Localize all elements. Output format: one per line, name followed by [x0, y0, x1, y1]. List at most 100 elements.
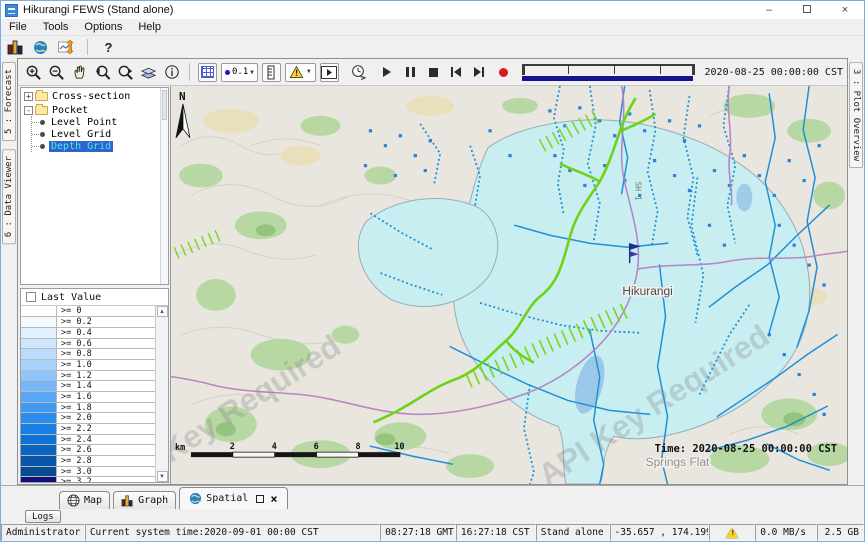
- tab-maximize-icon[interactable]: [256, 495, 264, 503]
- status-user: Administrator: [1, 524, 85, 541]
- svg-text:4: 4: [272, 441, 277, 451]
- close-button[interactable]: ×: [826, 1, 864, 19]
- legend-swatch: [21, 435, 57, 445]
- timeseries-dialog-icon[interactable]: [58, 39, 75, 56]
- legend-row: >= 1.6: [21, 392, 155, 403]
- legend-row: >= 0.8: [21, 349, 155, 360]
- tree-leaf-level-point[interactable]: Level Point: [32, 116, 168, 128]
- zoom-previous-icon[interactable]: [93, 63, 112, 82]
- classbreak-dropdown[interactable]: 0.1 ▼: [221, 63, 258, 82]
- map-viewport[interactable]: API Key Required API Key Required SH 1: [170, 86, 847, 484]
- left-tab-strip: 5 : Forecast 6 : Data Viewer: [1, 58, 17, 485]
- tab-graph-label: Graph: [138, 495, 168, 506]
- bullet-icon: [40, 144, 45, 149]
- animation-player-icon[interactable]: [320, 63, 339, 82]
- zoom-in-icon[interactable]: [24, 63, 43, 82]
- help-icon[interactable]: ?: [100, 39, 117, 56]
- legend-swatch: [21, 339, 57, 349]
- legend-swatch: [21, 467, 57, 477]
- legend-row: >= 1.4: [21, 381, 155, 392]
- main-toolbar: ?: [1, 36, 864, 58]
- last-value-checkbox[interactable]: [26, 292, 36, 302]
- status-system-time: Current system time:2020-09-01 00:00 CST: [85, 524, 380, 541]
- title-bar: Hikurangi FEWS (Stand alone) – ×: [1, 1, 864, 19]
- warning-icon: [726, 528, 738, 538]
- collapse-icon[interactable]: -: [24, 106, 33, 115]
- tree-node-cross-section[interactable]: + Cross-section: [21, 90, 168, 102]
- class-dot-icon: [225, 70, 230, 75]
- legend-panel: Last Value >= 0 >= 0.2 >= 0.4 >= 0.6 >= …: [20, 288, 169, 483]
- scroll-up-icon[interactable]: ▲: [157, 306, 168, 317]
- tab-spatial-active[interactable]: Spatial ×: [179, 487, 287, 509]
- tree-node-pocket[interactable]: - Pocket: [21, 104, 168, 116]
- current-map-time: 2020-08-25 00:00:00 CST: [705, 67, 843, 78]
- time-slider-range[interactable]: [522, 76, 693, 81]
- legend-row: >= 2.2: [21, 424, 155, 435]
- step-end-button[interactable]: [470, 63, 489, 82]
- step-start-button[interactable]: [447, 63, 466, 82]
- stop-button[interactable]: [424, 63, 443, 82]
- tab-data-viewer[interactable]: 6 : Data Viewer: [2, 149, 16, 244]
- status-warning-cell[interactable]: [709, 524, 755, 541]
- logs-button[interactable]: Logs: [25, 510, 61, 523]
- status-local-time: 16:27:18 CST: [456, 524, 536, 541]
- tree-leaf-depth-grid[interactable]: Depth Grid: [32, 140, 168, 152]
- svg-text:8: 8: [355, 441, 360, 451]
- legend-swatch: [21, 328, 57, 338]
- time-navigator-icon[interactable]: [349, 63, 368, 82]
- warning-dropdown[interactable]: ▼: [285, 63, 316, 82]
- legend-row: >= 3.2: [21, 477, 155, 482]
- time-slider[interactable]: [522, 64, 695, 81]
- pause-button[interactable]: [401, 63, 420, 82]
- tab-plot-overview[interactable]: 3 : Plot Overview: [849, 62, 863, 168]
- legend-swatch: [21, 306, 57, 316]
- legend-scrollbar[interactable]: ▲ ▼: [155, 306, 168, 482]
- menu-help[interactable]: Help: [138, 21, 161, 33]
- status-bar: Administrator Current system time:2020-0…: [1, 524, 864, 541]
- tab-graph[interactable]: Graph: [113, 491, 176, 509]
- status-gmt-time: 08:27:18 GMT: [380, 524, 456, 541]
- pan-hand-icon[interactable]: [70, 63, 89, 82]
- menu-file[interactable]: File: [9, 21, 27, 33]
- scroll-down-icon[interactable]: ▼: [157, 471, 168, 482]
- folder-icon: [35, 92, 48, 101]
- logs-row: Logs: [1, 509, 864, 524]
- tab-map[interactable]: Map: [59, 491, 110, 509]
- tree-node-label: Pocket: [52, 105, 88, 116]
- expand-icon[interactable]: +: [24, 92, 33, 101]
- tab-forecast[interactable]: 5 : Forecast: [2, 62, 16, 141]
- layers-icon[interactable]: [139, 63, 158, 82]
- bottom-tab-bar: Map Graph Spatial ×: [1, 485, 864, 509]
- minimize-button[interactable]: –: [750, 1, 788, 19]
- record-button[interactable]: [499, 68, 508, 77]
- menu-options[interactable]: Options: [84, 21, 122, 33]
- tab-map-label: Map: [84, 495, 102, 506]
- place-label-hikurangi: Hikurangi: [622, 284, 672, 298]
- status-mode: Stand alone: [536, 524, 610, 541]
- grid-display-icon[interactable]: [198, 63, 217, 82]
- legend-swatch: [21, 477, 57, 482]
- svg-text:N: N: [179, 90, 186, 103]
- status-coordinates: -35.657 , 174.199: [610, 524, 710, 541]
- legend-row: >= 1.8: [21, 403, 155, 414]
- zoom-out-icon[interactable]: [47, 63, 66, 82]
- chevron-down-icon: ▼: [250, 69, 254, 76]
- zoom-next-icon[interactable]: [116, 63, 135, 82]
- scalebar-toggle-icon[interactable]: [262, 63, 281, 82]
- database-icon[interactable]: [6, 39, 23, 56]
- tab-close-icon[interactable]: ×: [270, 494, 277, 504]
- tree-scrollbar[interactable]: [160, 88, 168, 284]
- legend-swatch: [21, 371, 57, 381]
- play-button[interactable]: [378, 63, 397, 82]
- menu-tools[interactable]: Tools: [43, 21, 69, 33]
- map-time-label: Time: 2020-08-25 00:00:00 CST: [655, 443, 837, 455]
- svg-text:2: 2: [230, 441, 235, 451]
- legend-row: >= 0: [21, 306, 155, 317]
- maximize-button[interactable]: [788, 1, 826, 19]
- map-canvas[interactable]: API Key Required API Key Required SH 1: [171, 86, 847, 484]
- svg-text:10: 10: [394, 441, 404, 451]
- window-title: Hikurangi FEWS (Stand alone): [23, 4, 173, 16]
- tree-leaf-level-grid[interactable]: Level Grid: [32, 128, 168, 140]
- info-icon[interactable]: [162, 63, 181, 82]
- spatial-display-icon[interactable]: [32, 39, 49, 56]
